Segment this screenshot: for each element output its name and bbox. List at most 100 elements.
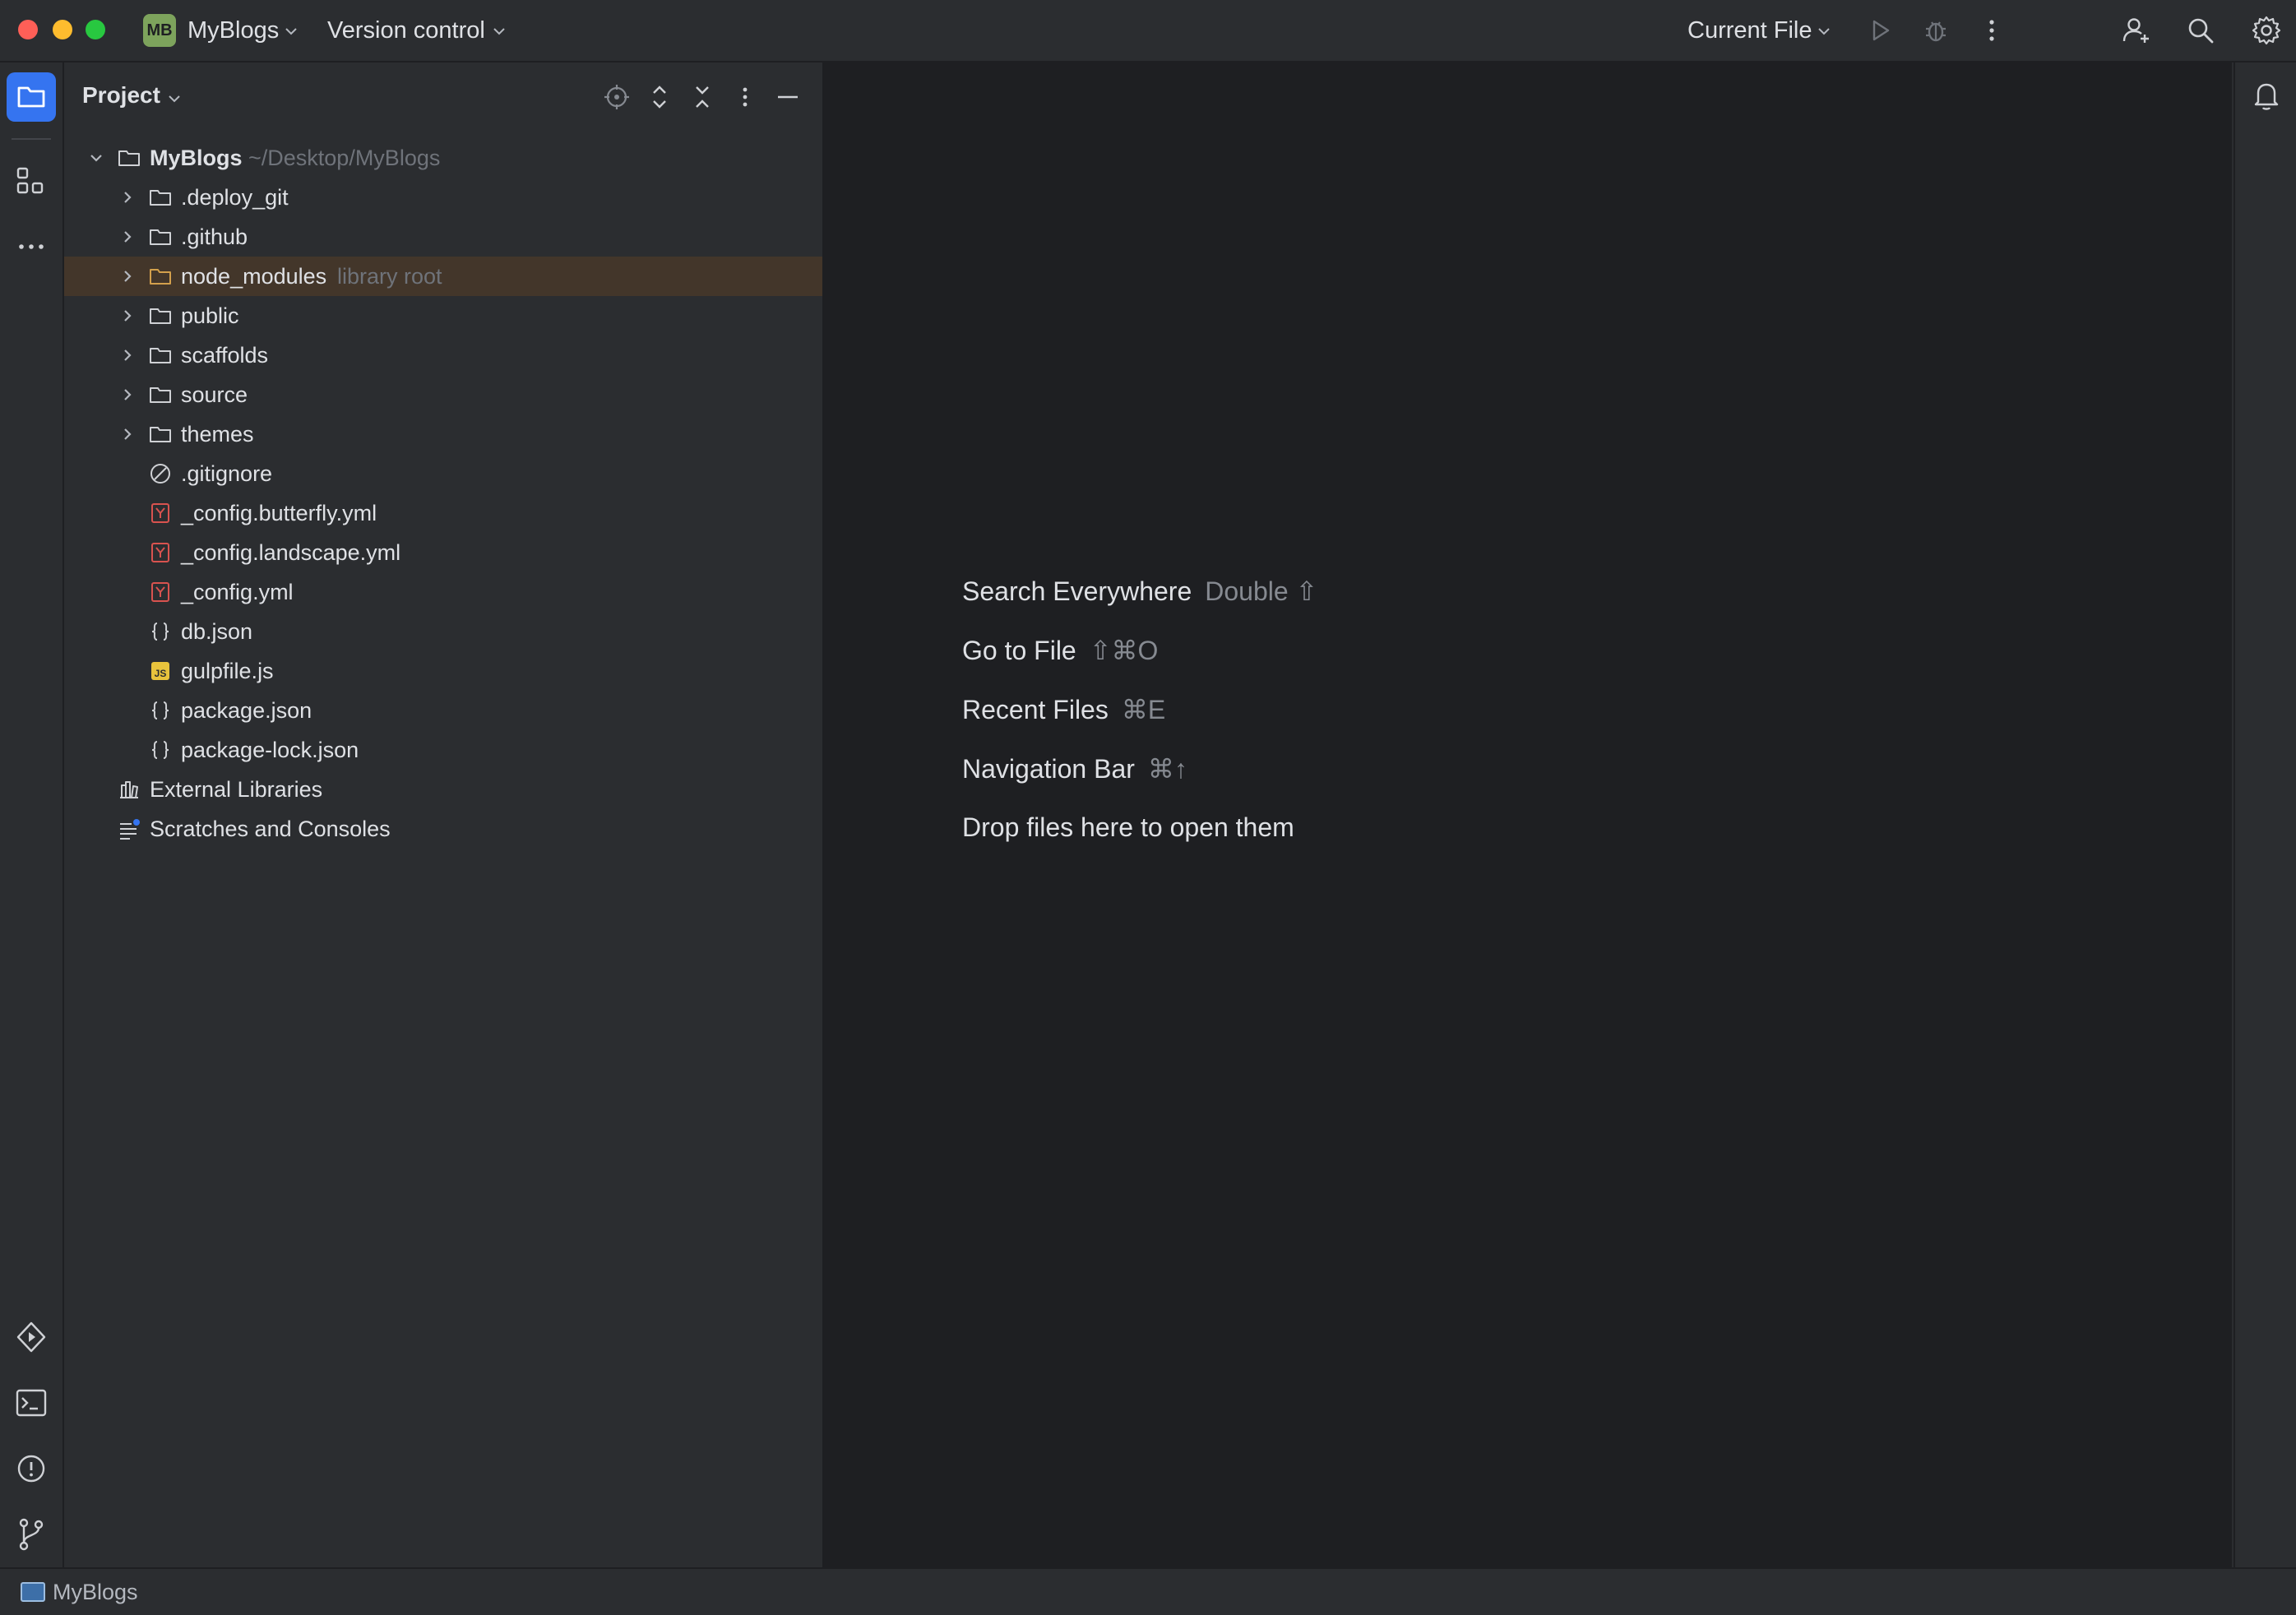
terminal-tool-button[interactable] — [7, 1378, 56, 1428]
chevron-down-icon[interactable] — [86, 147, 107, 169]
tree-item-label: _config.butterfly.yml — [181, 501, 377, 525]
hint-recent-files: Recent Files ⌘E — [962, 694, 1165, 725]
library-folder-icon — [150, 269, 171, 285]
project-tool-button[interactable] — [7, 72, 56, 122]
json-file-icon — [151, 701, 169, 720]
options-icon[interactable] — [729, 81, 761, 113]
hint-shortcut: ⇧⌘O — [1089, 636, 1159, 665]
project-switcher[interactable]: MyBlogs — [187, 0, 279, 61]
hint-shortcut: Double ⇧ — [1205, 576, 1318, 606]
collapse-all-icon[interactable] — [686, 81, 719, 113]
tree-folder-item[interactable]: .github — [64, 217, 822, 257]
tree-folder-item[interactable]: scaffolds — [64, 335, 822, 375]
folder-icon — [150, 229, 171, 245]
json-file-icon — [151, 741, 169, 759]
zoom-window-button[interactable] — [86, 20, 105, 39]
tree-file-item[interactable]: _config.yml — [64, 572, 822, 612]
tree-item-label: package-lock.json — [181, 738, 359, 762]
tree-file-item[interactable]: package-lock.json — [64, 730, 822, 770]
chevron-right-icon[interactable] — [117, 345, 138, 366]
status-bar: MyBlogs — [0, 1567, 2296, 1615]
tree-folder-item[interactable]: .deploy_git — [64, 178, 822, 217]
notifications-icon[interactable] — [2248, 77, 2284, 113]
chevron-down-icon[interactable] — [1816, 23, 1832, 39]
folder-icon — [150, 387, 171, 403]
chevron-right-icon[interactable] — [117, 423, 138, 445]
editor-empty-state: Search Everywhere Double ⇧ Go to File ⇧⌘O … — [824, 62, 2232, 1567]
chevron-right-icon[interactable] — [117, 305, 138, 326]
tree-folder-item-selected[interactable]: node_modules library root — [64, 257, 822, 296]
tree-item-label: package.json — [181, 698, 312, 723]
chevron-down-icon[interactable] — [491, 23, 507, 39]
tree-root-path: ~/Desktop/MyBlogs — [248, 146, 441, 170]
debug-icon[interactable] — [1919, 14, 1952, 47]
tree-file-item[interactable]: .gitignore — [64, 454, 822, 493]
tree-item-label: .gitignore — [181, 461, 273, 486]
git-tool-button[interactable] — [7, 1510, 56, 1559]
chevron-right-icon[interactable] — [117, 226, 138, 248]
more-tools-button[interactable] — [7, 222, 56, 271]
more-horizontal-icon — [19, 244, 44, 249]
hint-label: Go to File — [962, 636, 1076, 665]
tree-file-item[interactable]: JS gulpfile.js — [64, 651, 822, 691]
expand-all-icon[interactable] — [643, 81, 676, 113]
tree-folder-item[interactable]: public — [64, 296, 822, 335]
yaml-file-icon — [151, 543, 169, 562]
more-icon[interactable] — [1975, 14, 2008, 47]
hint-navigation-bar: Navigation Bar ⌘↑ — [962, 753, 1187, 784]
svg-text:JS: JS — [155, 668, 167, 679]
structure-tool-button[interactable] — [7, 156, 56, 206]
vcs-menu[interactable]: Version control — [327, 0, 485, 61]
tree-folder-item[interactable]: source — [64, 375, 822, 414]
folder-icon — [17, 86, 45, 108]
hint-search-everywhere: Search Everywhere Double ⇧ — [962, 576, 1317, 607]
services-tool-button[interactable] — [7, 1312, 56, 1362]
terminal-icon — [16, 1389, 47, 1417]
js-file-icon: JS — [151, 662, 169, 680]
close-window-button[interactable] — [18, 20, 38, 39]
problems-icon — [17, 1455, 45, 1483]
search-icon[interactable] — [2184, 14, 2217, 47]
chevron-right-icon[interactable] — [117, 266, 138, 287]
services-icon — [16, 1321, 46, 1353]
tree-file-item[interactable]: _config.butterfly.yml — [64, 493, 822, 533]
locate-file-icon[interactable] — [600, 81, 633, 113]
right-tool-strip — [2234, 62, 2296, 1567]
tree-item-label: .github — [181, 224, 248, 249]
tree-folder-item[interactable]: themes — [64, 414, 822, 454]
hint-shortcut: ⌘↑ — [1147, 754, 1187, 784]
chevron-down-icon[interactable] — [283, 23, 299, 39]
tree-item-label: themes — [181, 422, 254, 447]
run-config-selector[interactable]: Current File — [1687, 0, 1812, 61]
chevron-right-icon[interactable] — [117, 384, 138, 405]
project-panel: Project MyBlogs ~/Desktop/MyBlogs .deplo… — [64, 62, 824, 1567]
tree-item-label: _config.landscape.yml — [181, 540, 401, 565]
minimize-window-button[interactable] — [53, 20, 72, 39]
yaml-file-icon — [151, 582, 169, 602]
tree-item-label: scaffolds — [181, 343, 269, 368]
problems-tool-button[interactable] — [7, 1444, 56, 1493]
folder-icon — [150, 427, 171, 442]
tree-root-myblogs[interactable]: MyBlogs ~/Desktop/MyBlogs — [64, 138, 822, 178]
tree-file-item[interactable]: package.json — [64, 691, 822, 730]
tree-external-libraries[interactable]: External Libraries — [64, 770, 822, 809]
tree-item-label: External Libraries — [150, 777, 323, 802]
library-icon — [120, 781, 138, 798]
chevron-down-icon[interactable] — [166, 90, 183, 107]
status-project-name[interactable]: MyBlogs — [53, 1569, 138, 1615]
structure-icon — [16, 167, 44, 194]
hide-panel-icon[interactable] — [771, 81, 804, 113]
settings-icon[interactable] — [2250, 14, 2283, 47]
project-panel-title[interactable]: Project — [82, 82, 160, 109]
left-tool-strip — [0, 62, 64, 1567]
chevron-right-icon[interactable] — [117, 187, 138, 208]
tree-scratches-consoles[interactable]: Scratches and Consoles — [64, 809, 822, 849]
project-badge[interactable]: MB — [143, 14, 176, 47]
run-icon[interactable] — [1863, 14, 1896, 47]
add-user-icon[interactable] — [2120, 14, 2153, 47]
hint-label: Recent Files — [962, 695, 1109, 724]
tree-file-item[interactable]: db.json — [64, 612, 822, 651]
tree-item-label: node_modules — [181, 264, 327, 289]
tree-file-item[interactable]: _config.landscape.yml — [64, 533, 822, 572]
scratches-icon — [120, 819, 140, 840]
